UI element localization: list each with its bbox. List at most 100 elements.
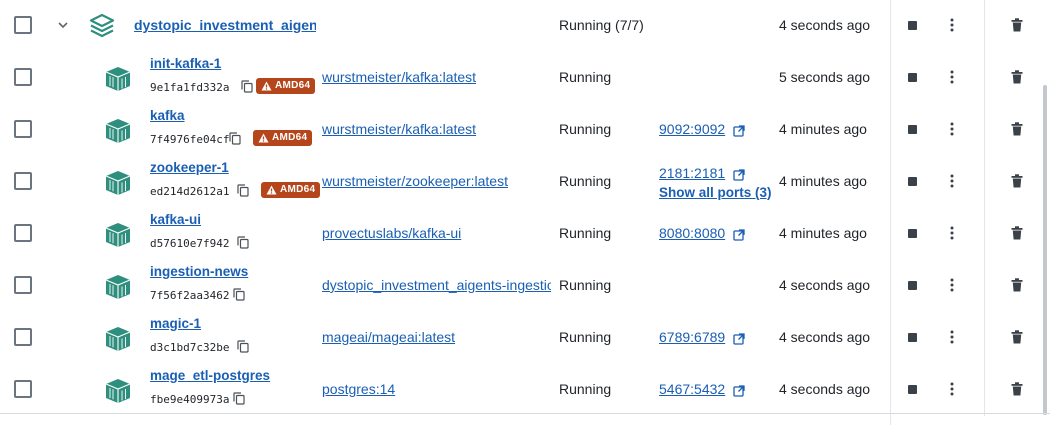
trash-icon[interactable]: [1011, 70, 1023, 84]
container-icon: [105, 327, 131, 351]
group-name-link[interactable]: dystopic_investment_aigents: [134, 17, 316, 33]
action-separator: [984, 260, 985, 312]
port-link[interactable]: 9092:9092: [659, 121, 725, 137]
group-checkbox[interactable]: [14, 16, 32, 34]
image-link[interactable]: mageai/mageai:latest: [322, 329, 551, 345]
trash-icon[interactable]: [1011, 174, 1023, 188]
copy-icon[interactable]: [233, 392, 245, 405]
arch-badge: AMD64: [256, 78, 316, 94]
row-checkbox[interactable]: [14, 380, 32, 398]
row-checkbox[interactable]: [14, 224, 32, 242]
image-link[interactable]: provectuslabs/kafka-ui: [322, 225, 551, 241]
warning-icon: [258, 133, 269, 143]
container-icon: [105, 67, 131, 91]
container-name-link[interactable]: kafka: [150, 108, 185, 123]
container-status: Running: [559, 121, 612, 137]
container-name-link[interactable]: zookeeper-1: [150, 160, 229, 175]
kebab-icon[interactable]: [950, 70, 954, 84]
trash-icon[interactable]: [1011, 278, 1023, 292]
image-link[interactable]: wurstmeister/kafka:latest: [322, 121, 551, 137]
container-icon: [105, 171, 131, 195]
copy-icon[interactable]: [229, 132, 241, 145]
container-name-link[interactable]: ingestion-news: [150, 264, 248, 279]
trash-icon[interactable]: [1011, 122, 1023, 136]
row-checkbox[interactable]: [14, 328, 32, 346]
kebab-icon[interactable]: [950, 18, 954, 32]
trash-icon[interactable]: [1011, 382, 1023, 396]
copy-icon[interactable]: [241, 80, 253, 93]
chevron-down-icon[interactable]: [56, 18, 70, 32]
container-id: d3c1bd7c32be: [150, 341, 230, 354]
show-all-ports-link[interactable]: Show all ports (3): [659, 185, 771, 200]
container-name-link[interactable]: init-kafka-1: [150, 56, 221, 71]
action-separator: [984, 208, 985, 260]
container-name-link[interactable]: mage_etl-postgres: [150, 368, 270, 383]
row-checkbox[interactable]: [14, 172, 32, 190]
container-status: Running: [559, 173, 612, 189]
container-time: 4 minutes ago: [779, 121, 867, 137]
image-link[interactable]: wurstmeister/zookeeper:latest: [322, 173, 551, 189]
container-time: 4 seconds ago: [779, 277, 871, 293]
arch-badge: AMD64: [253, 130, 313, 146]
port-link[interactable]: 6789:6789: [659, 329, 725, 345]
external-link-icon[interactable]: [733, 385, 745, 397]
external-link-icon[interactable]: [733, 169, 745, 181]
kebab-icon[interactable]: [950, 122, 954, 136]
container-name-link[interactable]: kafka-ui: [150, 212, 201, 227]
container-status: Running: [559, 69, 612, 85]
container-icon: [105, 223, 131, 247]
copy-icon[interactable]: [233, 288, 245, 301]
divider: [0, 413, 1050, 414]
warning-icon: [261, 81, 272, 91]
stop-icon[interactable]: [908, 333, 917, 342]
external-link-icon[interactable]: [733, 125, 745, 137]
arch-label: AMD64: [272, 132, 308, 143]
container-time: 5 seconds ago: [779, 69, 871, 85]
action-separator: [984, 52, 985, 104]
external-link-icon[interactable]: [733, 229, 745, 241]
image-link[interactable]: postgres:14: [322, 381, 551, 397]
stop-icon[interactable]: [908, 177, 917, 186]
stop-icon[interactable]: [908, 21, 917, 30]
container-icon: [105, 275, 131, 299]
action-separator: [984, 104, 985, 156]
stop-icon[interactable]: [908, 385, 917, 394]
kebab-icon[interactable]: [950, 278, 954, 292]
scrollbar[interactable]: [1043, 85, 1047, 415]
external-link-icon[interactable]: [733, 333, 745, 345]
stop-icon[interactable]: [908, 125, 917, 134]
kebab-icon[interactable]: [950, 174, 954, 188]
row-checkbox[interactable]: [14, 276, 32, 294]
port-link[interactable]: 2181:2181: [659, 165, 725, 181]
stop-icon[interactable]: [908, 281, 917, 290]
group-time: 4 seconds ago: [779, 17, 871, 33]
container-id: ed214d2612a1: [150, 185, 230, 198]
image-link[interactable]: wurstmeister/kafka:latest: [322, 69, 551, 85]
kebab-icon[interactable]: [950, 382, 954, 396]
kebab-icon[interactable]: [950, 226, 954, 240]
trash-icon[interactable]: [1011, 18, 1023, 32]
group-status: Running (7/7): [559, 17, 644, 33]
actions-column: [890, 0, 1050, 425]
kebab-icon[interactable]: [950, 330, 954, 344]
image-link[interactable]: dystopic_investment_aigents-ingestion-ne…: [322, 277, 551, 293]
copy-icon[interactable]: [237, 236, 249, 249]
action-separator: [984, 156, 985, 208]
copy-icon[interactable]: [237, 340, 249, 353]
container-name-link[interactable]: magic-1: [150, 316, 201, 331]
container-table: dystopic_investment_aigents Running (7/7…: [0, 0, 1050, 425]
stop-icon[interactable]: [908, 229, 917, 238]
port-link[interactable]: 8080:8080: [659, 225, 725, 241]
port-link[interactable]: 5467:5432: [659, 381, 725, 397]
row-checkbox[interactable]: [14, 68, 32, 86]
container-id: 7f4976fe04cf: [150, 133, 230, 146]
stop-icon[interactable]: [908, 73, 917, 82]
arch-label: AMD64: [280, 184, 316, 195]
arch-badge: AMD64: [261, 182, 321, 198]
trash-icon[interactable]: [1011, 330, 1023, 344]
copy-icon[interactable]: [237, 184, 249, 197]
container-status: Running: [559, 381, 612, 397]
trash-icon[interactable]: [1011, 226, 1023, 240]
container-status: Running: [559, 277, 612, 293]
row-checkbox[interactable]: [14, 120, 32, 138]
